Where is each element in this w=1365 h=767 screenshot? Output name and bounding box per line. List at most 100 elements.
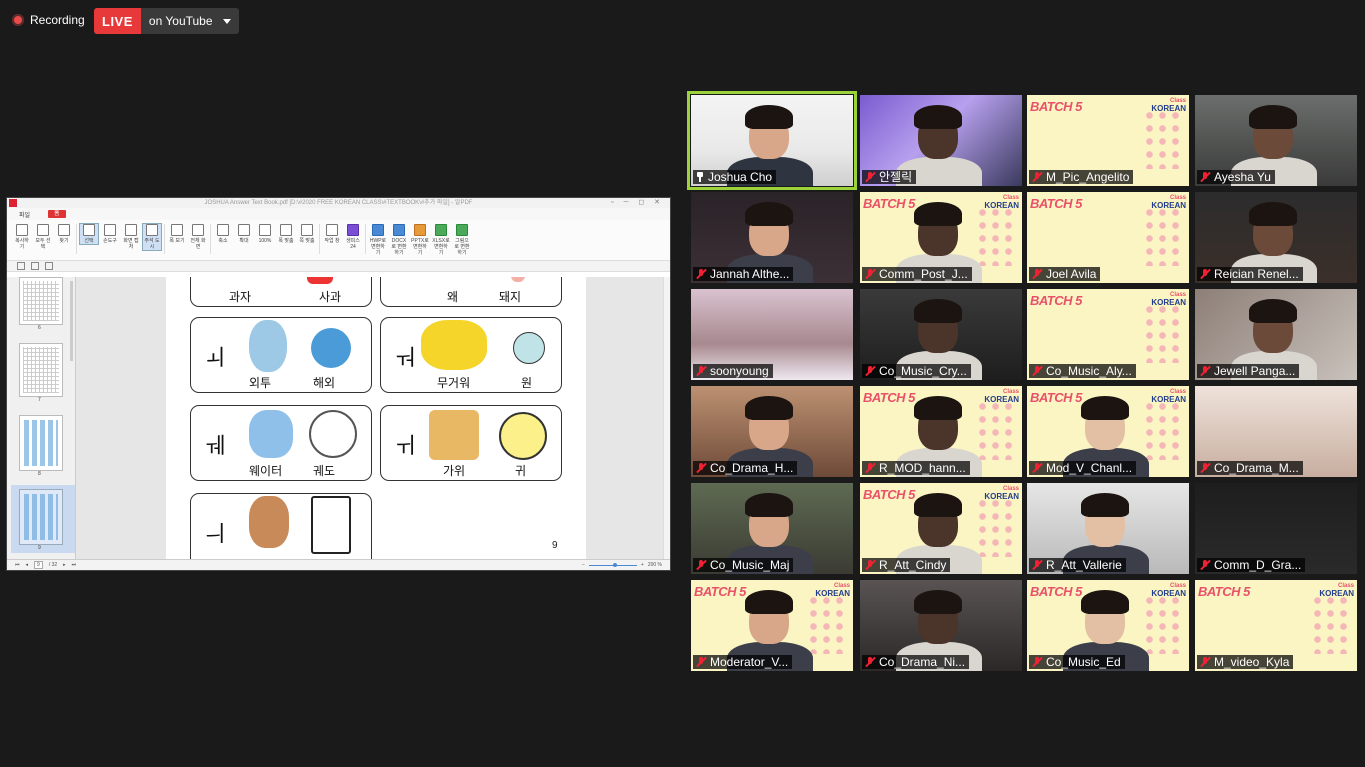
thumbnail-panel[interactable]: 6 7 8 9 xyxy=(7,277,76,560)
ribbon-button[interactable]: 손도구 xyxy=(101,224,119,244)
ribbon-button[interactable]: XLSX로 변환하기 xyxy=(432,224,450,256)
batch-label: BATCH 5 xyxy=(694,584,746,599)
participant-tile[interactable]: soonyoung xyxy=(691,289,853,380)
ribbon-button-label: 손도구 xyxy=(103,238,117,244)
ribbon-button[interactable]: 확대 xyxy=(235,224,253,244)
doctor-image xyxy=(249,496,289,548)
ribbon-button[interactable]: 전체 화면 xyxy=(189,224,207,250)
ribbon-button[interactable]: 쪽 맞춤 xyxy=(298,224,316,244)
page-thumbnail-9[interactable] xyxy=(19,489,63,545)
ribbon-button[interactable]: 생피스 24 xyxy=(344,224,362,250)
annotation-icon xyxy=(146,224,158,236)
menu-file[interactable]: 파일 xyxy=(19,210,30,219)
participant-tile[interactable]: R_Att_Vallerie xyxy=(1027,483,1189,574)
participant-tile[interactable]: Co_Drama_Ni... xyxy=(860,580,1022,671)
window-title: JOSHUA Answer Text Book.pdf [D:\#2020 FR… xyxy=(204,200,473,206)
brand-label: KOREAN xyxy=(1319,589,1354,598)
ribbon-button[interactable]: 주석 도시 xyxy=(142,223,162,251)
ribbon-button[interactable]: 찾기 xyxy=(55,224,73,244)
participant-tile[interactable]: BATCH 5 Class KOREAN Moderator_V... xyxy=(691,580,853,671)
muted-mic-icon xyxy=(1199,268,1211,280)
participant-tile[interactable]: BATCH 5 Class KOREAN Co_Music_Aly... xyxy=(1027,289,1189,380)
ribbon-button[interactable]: 그림으로 변환하기 xyxy=(453,224,471,256)
participant-name: soonyoung xyxy=(710,364,769,378)
muted-mic-icon xyxy=(864,462,876,474)
participant-tile[interactable]: Co_Drama_M... xyxy=(1195,386,1357,477)
circle-image xyxy=(513,332,545,364)
participant-tile[interactable]: Comm_D_Gra... xyxy=(1195,483,1357,574)
ribbon-button[interactable]: 폭 맞춤 xyxy=(277,224,295,244)
ribbon-button[interactable]: 폭 보기 xyxy=(168,224,186,244)
page-thumbnail-8[interactable] xyxy=(19,415,63,471)
participant-tile[interactable]: BATCH 5 Class KOREAN R_Att_Cindy xyxy=(860,483,1022,574)
page-canvas[interactable]: 과자 사과 왜 돼지 ㅚ 외투 해외 ㅝ 무거워 원 ㅞ 웨이터 궤도 ㅟ 가위… xyxy=(76,277,670,560)
brand-logo: Class KOREAN xyxy=(984,389,1019,404)
page-thumbnail-6[interactable] xyxy=(19,277,63,325)
ribbon-button-label: 주석 도시 xyxy=(144,238,160,250)
participant-tile[interactable]: 안젤릭 xyxy=(860,95,1022,186)
zoom-control[interactable]: − + 200 % xyxy=(582,562,662,568)
actual-size-icon xyxy=(259,224,271,236)
participant-tile[interactable]: BATCH 5 Class KOREAN Comm_Post_J... xyxy=(860,192,1022,283)
page-scrollbar[interactable] xyxy=(663,277,670,560)
ribbon-button[interactable]: 작업 창 xyxy=(323,224,341,244)
ribbon-button[interactable]: DOCX로 변환하기 xyxy=(390,224,408,256)
ribbon-button[interactable]: 100% xyxy=(256,224,274,244)
thumbnail-scrollbar[interactable] xyxy=(70,281,73,361)
first-page-icon[interactable]: ⏮ xyxy=(15,562,20,568)
live-stream-indicator[interactable]: LIVE on YouTube xyxy=(94,8,239,34)
batch-label: BATCH 5 xyxy=(1030,293,1082,308)
scissors-image xyxy=(429,410,479,460)
fit-width-icon xyxy=(280,224,292,236)
ribbon-button[interactable]: 화면 캡처 xyxy=(122,224,140,250)
participant-tile[interactable]: Joshua Cho xyxy=(687,91,857,190)
participant-tile[interactable]: BATCH 5 Class KOREAN Mod_V_Chanl... xyxy=(1027,386,1189,477)
participant-name: Ayesha Yu xyxy=(1214,170,1271,184)
menu-home[interactable]: 홈 xyxy=(48,210,66,218)
participant-tile[interactable]: Co_Drama_H... xyxy=(691,386,853,477)
page-thumbnail-7[interactable] xyxy=(19,343,63,397)
participant-tile[interactable]: Ayesha Yu xyxy=(1195,95,1357,186)
participant-tile[interactable]: BATCH 5 Class KOREAN M_Pic_Angelito xyxy=(1027,95,1189,186)
zoom-out-icon[interactable]: − xyxy=(582,562,585,568)
task-pane-icon xyxy=(326,224,338,236)
muted-mic-icon xyxy=(864,171,876,183)
participant-tile[interactable]: Co_Music_Cry... xyxy=(860,289,1022,380)
ribbon-button[interactable]: HWP로 변환하기 xyxy=(369,224,387,256)
live-destination-dropdown[interactable]: on YouTube xyxy=(140,8,239,34)
ribbon-button[interactable]: PPTX로 변환하기 xyxy=(411,224,429,256)
muted-mic-icon xyxy=(1031,559,1043,571)
zoom-slider[interactable] xyxy=(588,562,637,567)
participant-hair xyxy=(745,105,793,129)
participant-name: Co_Drama_M... xyxy=(1214,461,1299,475)
ribbon-button[interactable]: 선택 xyxy=(79,223,99,245)
next-page-icon[interactable]: ▸ xyxy=(63,562,66,568)
window-controls[interactable]: ▫ ─ ◻ ✕ xyxy=(611,198,664,208)
ribbon-button[interactable]: 축소 xyxy=(214,224,232,244)
last-page-icon[interactable]: ⏭ xyxy=(72,562,77,568)
ribbon-toolbar: 복사하기 모두 선택 찾기 선택 손도구 화면 캡처 주석 도시 폭 보기 전체 화면 축소 확대 1… xyxy=(7,220,670,261)
print-icon[interactable] xyxy=(45,262,53,270)
ribbon-button[interactable]: 모두 선택 xyxy=(34,224,52,250)
recording-indicator[interactable]: Recording xyxy=(12,13,85,27)
open-icon[interactable] xyxy=(17,262,25,270)
prev-page-icon[interactable]: ◂ xyxy=(26,562,29,568)
participant-tile[interactable]: BATCH 5 Class KOREAN M_video_Kyla xyxy=(1195,580,1357,671)
participant-tile[interactable]: BATCH 5 Class KOREAN Co_Music_Ed xyxy=(1027,580,1189,671)
participant-name-tag: R_Att_Vallerie xyxy=(1029,558,1126,572)
page-input[interactable]: 9 xyxy=(34,561,43,569)
ribbon-button[interactable]: 복사하기 xyxy=(13,224,31,250)
participant-tile[interactable]: Co_Music_Maj xyxy=(691,483,853,574)
ribbon-button-label: 생피스 24 xyxy=(346,238,360,250)
participant-hair xyxy=(1249,202,1297,226)
participant-tile[interactable]: BATCH 5 Class KOREAN Joel Avila xyxy=(1027,192,1189,283)
brand-logo: Class KOREAN xyxy=(984,195,1019,210)
word-label: 외투 xyxy=(249,376,272,390)
participant-tile[interactable]: BATCH 5 Class KOREAN R_MOD_hann... xyxy=(860,386,1022,477)
participant-tile[interactable]: Jannah Althe... xyxy=(691,192,853,283)
participant-name: Comm_Post_J... xyxy=(879,267,968,281)
save-icon[interactable] xyxy=(31,262,39,270)
participant-tile[interactable]: Jewell Panga... xyxy=(1195,289,1357,380)
zoom-in-icon[interactable]: + xyxy=(641,562,644,568)
participant-tile[interactable]: Reician Renel... xyxy=(1195,192,1357,283)
